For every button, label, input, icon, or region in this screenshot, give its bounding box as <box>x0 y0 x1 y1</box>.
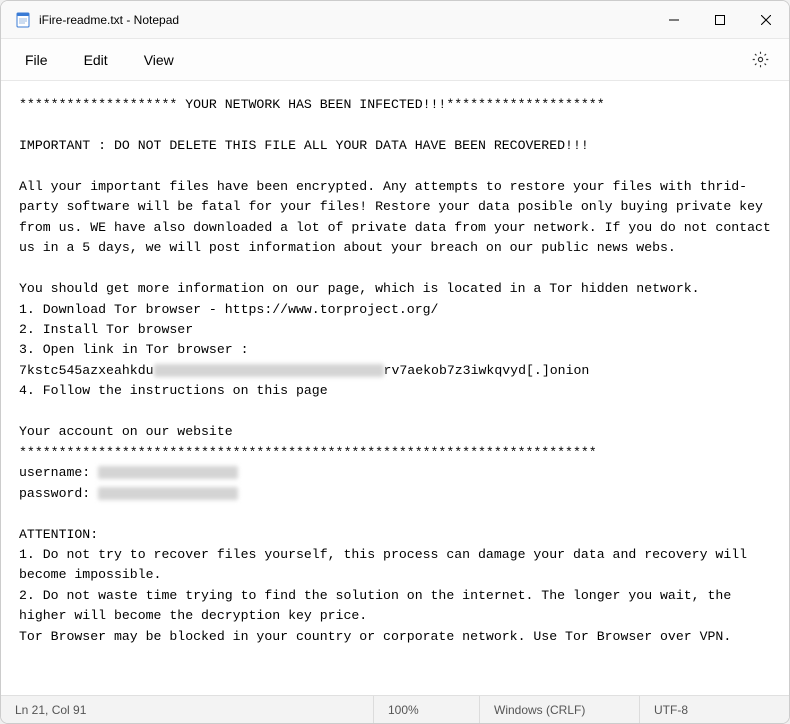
notepad-app-icon <box>15 12 31 28</box>
attention-header: ATTENTION: <box>19 527 98 542</box>
status-cursor-position: Ln 21, Col 91 <box>1 696 373 723</box>
text-line: 2. Install Tor browser <box>19 322 193 337</box>
status-zoom[interactable]: 100% <box>373 696 479 723</box>
text-paragraph: All your important files have been encry… <box>19 179 779 255</box>
divider-line: ****************************************… <box>19 445 597 460</box>
text-line: ******************** YOUR NETWORK HAS BE… <box>19 97 605 112</box>
status-encoding: UTF-8 <box>639 696 789 723</box>
window-title: iFire-readme.txt - Notepad <box>39 13 179 27</box>
gear-icon <box>752 51 769 68</box>
text-paragraph: 1. Do not try to recover files yourself,… <box>19 547 755 582</box>
text-line: You should get more information on our p… <box>19 281 700 296</box>
menu-view[interactable]: View <box>126 46 192 74</box>
close-button[interactable] <box>743 1 789 39</box>
menu-edit[interactable]: Edit <box>66 46 126 74</box>
redacted-onion <box>154 364 384 377</box>
onion-address-part2: rv7aekob7z3iwkqvyd[.]onion <box>384 363 590 378</box>
maximize-button[interactable] <box>697 1 743 39</box>
text-line: IMPORTANT : DO NOT DELETE THIS FILE ALL … <box>19 138 589 153</box>
username-label: username: <box>19 465 98 480</box>
minimize-button[interactable] <box>651 1 697 39</box>
onion-address-part1: 7kstc545azxeahkdu <box>19 363 154 378</box>
text-paragraph: Tor Browser may be blocked in your count… <box>19 629 731 644</box>
password-label: password: <box>19 486 98 501</box>
text-line: 1. Download Tor browser - https://www.to… <box>19 302 438 317</box>
redacted-password <box>98 487 238 500</box>
status-line-ending: Windows (CRLF) <box>479 696 639 723</box>
text-line: 3. Open link in Tor browser : <box>19 342 249 357</box>
statusbar: Ln 21, Col 91 100% Windows (CRLF) UTF-8 <box>1 695 789 723</box>
notepad-window: iFire-readme.txt - Notepad File Edit Vie… <box>0 0 790 724</box>
menu-file[interactable]: File <box>7 46 66 74</box>
text-area[interactable]: ******************** YOUR NETWORK HAS BE… <box>1 81 789 695</box>
settings-button[interactable] <box>738 45 783 74</box>
text-line: 4. Follow the instructions on this page <box>19 383 328 398</box>
menubar: File Edit View <box>1 39 789 81</box>
titlebar[interactable]: iFire-readme.txt - Notepad <box>1 1 789 39</box>
text-paragraph: 2. Do not waste time trying to find the … <box>19 588 739 623</box>
text-line: Your account on our website <box>19 424 233 439</box>
redacted-username <box>98 466 238 479</box>
window-controls <box>651 1 789 39</box>
